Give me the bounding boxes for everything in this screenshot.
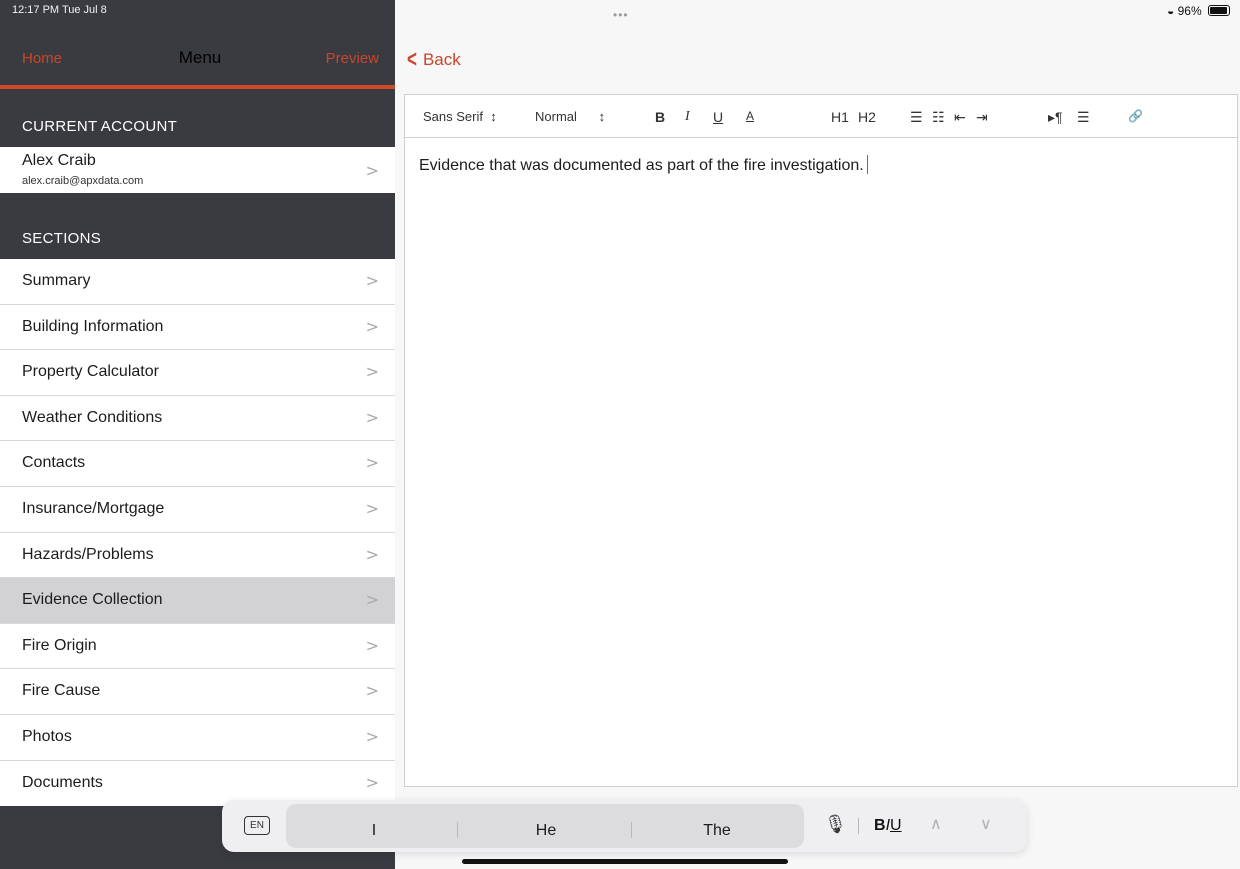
bold-button[interactable]: B <box>655 109 665 125</box>
underline-button[interactable]: U <box>713 109 723 125</box>
sidebar-item-hazards-problems[interactable]: Hazards/Problems > <box>0 532 395 579</box>
chevron-right-icon: > <box>365 635 379 655</box>
chevron-up-icon[interactable]: ∧ <box>930 814 942 834</box>
text-cursor <box>866 155 868 174</box>
text-color-button[interactable]: A <box>746 109 754 123</box>
format-bold: B <box>874 817 886 834</box>
sidebar-item-label: Insurance/Mortgage <box>22 499 165 517</box>
editor-content[interactable]: Evidence that was documented as part of … <box>419 155 868 175</box>
sidebar-item-label: Contacts <box>22 454 86 472</box>
sidebar-item-insurance-mortgage[interactable]: Insurance/Mortgage > <box>0 486 395 533</box>
suggestion-1[interactable]: I <box>314 822 434 840</box>
indent-icon[interactable]: ⇥ <box>976 109 988 126</box>
battery-icon <box>1208 5 1230 16</box>
rich-text-editor[interactable]: Sans Serif ↕ Normal ↕ B I U A H1 H2 ☰ ☷ … <box>404 94 1238 787</box>
current-account-header: CURRENT ACCOUNT <box>22 118 178 135</box>
sidebar-item-label: Property Calculator <box>22 363 159 381</box>
sidebar-item-label: Documents <box>22 773 103 791</box>
account-row[interactable]: Alex Craib alex.craib@apxdata.com > <box>0 147 395 193</box>
text-direction-icon[interactable]: ▸¶ <box>1048 109 1063 126</box>
chevron-right-icon: > <box>365 772 379 792</box>
section-list: Summary > Building Information > Property … <box>0 259 395 807</box>
format-divider <box>858 818 859 834</box>
sidebar-item-label: Building Information <box>22 317 164 335</box>
link-icon[interactable]: 🔗 <box>1128 109 1143 123</box>
account-email: alex.craib@apxdata.com <box>22 175 144 187</box>
outdent-icon[interactable]: ⇤ <box>954 109 966 126</box>
sidebar-item-fire-cause[interactable]: Fire Cause > <box>0 669 395 715</box>
font-size-value: Normal <box>535 109 577 124</box>
editor-toolbar: Sans Serif ↕ Normal ↕ B I U A H1 H2 ☰ ☷ … <box>405 95 1237 138</box>
sidebar-item-evidence-collection[interactable]: Evidence Collection > <box>0 578 395 624</box>
sidebar-item-weather-conditions[interactable]: Weather Conditions > <box>0 395 395 442</box>
battery-percent: 96% <box>1177 4 1202 18</box>
keyboard-language-button[interactable]: EN <box>244 816 270 835</box>
detail-pane: ••• ◒ 96% < Back Sans Serif ↕ Normal ↕ B … <box>395 0 1240 869</box>
chevron-right-icon: > <box>365 590 379 610</box>
chevron-right-icon: > <box>365 271 379 290</box>
font-family-value: Sans Serif <box>423 109 483 124</box>
sidebar-item-label: Evidence Collection <box>22 591 163 609</box>
editor-text: Evidence that was documented as part of … <box>419 157 864 174</box>
chevron-right-icon: > <box>365 681 379 701</box>
battery-status: ◒ 96% <box>1167 4 1230 18</box>
suggestion-strip: I He The <box>286 804 804 848</box>
sections-header: SECTIONS <box>22 230 102 247</box>
sidebar-item-label: Fire Cause <box>22 682 101 700</box>
multitasking-dots[interactable]: ••• <box>613 8 629 22</box>
status-time: 12:17 PM Tue Jul 8 <box>12 4 107 16</box>
sidebar-item-building-information[interactable]: Building Information > <box>0 304 395 351</box>
sidebar-item-photos[interactable]: Photos > <box>0 714 395 761</box>
chevron-right-icon: > <box>365 161 379 180</box>
format-underline: U <box>890 817 902 834</box>
accent-divider <box>0 85 395 89</box>
home-indicator <box>462 859 788 864</box>
font-size-select[interactable]: Normal ↕ <box>535 109 605 124</box>
suggestion-divider <box>631 822 632 838</box>
bullet-list-icon[interactable]: ☷ <box>932 109 945 126</box>
chevron-right-icon: > <box>365 407 379 427</box>
align-icon[interactable]: ☰ <box>1077 109 1090 126</box>
chevron-left-icon: < <box>407 46 417 73</box>
sidebar-item-fire-origin[interactable]: Fire Origin > <box>0 623 395 670</box>
sidebar-item-label: Hazards/Problems <box>22 545 154 563</box>
chevron-right-icon: > <box>365 362 379 382</box>
chevron-right-icon: > <box>365 544 379 564</box>
sidebar-item-label: Summary <box>22 272 91 289</box>
sidebar-nav-bar: Menu Home Preview <box>0 36 395 84</box>
sidebar-item-label: Weather Conditions <box>22 408 163 426</box>
chevron-right-icon: > <box>365 453 379 473</box>
sidebar-item-contacts[interactable]: Contacts > <box>0 441 395 487</box>
italic-button[interactable]: I <box>685 109 690 125</box>
chevron-right-icon: > <box>365 726 379 746</box>
keyboard-shortcut-bar: EN I He The 🎙 BIU ∧ ∨ <box>222 800 1027 852</box>
sidebar-item-summary[interactable]: Summary > <box>0 259 395 305</box>
home-button[interactable]: Home <box>22 50 62 67</box>
font-family-select[interactable]: Sans Serif ↕ <box>423 109 497 124</box>
preview-button[interactable]: Preview <box>326 50 379 67</box>
suggestion-2[interactable]: He <box>486 822 606 840</box>
sidebar: 12:17 PM Tue Jul 8 Menu Home Preview CUR… <box>0 0 395 869</box>
suggestion-3[interactable]: The <box>657 822 777 840</box>
suggestion-divider <box>457 822 458 838</box>
sidebar-item-label: Photos <box>22 727 72 745</box>
back-label: Back <box>422 50 461 69</box>
back-button[interactable]: < Back <box>407 46 461 73</box>
account-name: Alex Craib <box>22 152 96 169</box>
heading1-button[interactable]: H1 <box>831 109 849 125</box>
wifi-icon: ◒ <box>1167 4 1175 18</box>
sidebar-item-label: Fire Origin <box>22 636 97 654</box>
chevron-right-icon: > <box>365 316 379 336</box>
chevron-right-icon: > <box>365 498 379 518</box>
text-format-button[interactable]: BIU <box>874 817 902 835</box>
sidebar-item-property-calculator[interactable]: Property Calculator > <box>0 350 395 396</box>
mic-icon[interactable]: 🎙 <box>824 814 847 835</box>
chevron-down-icon[interactable]: ∨ <box>980 814 992 834</box>
ordered-list-icon[interactable]: ☰ <box>910 109 923 126</box>
heading2-button[interactable]: H2 <box>858 109 876 125</box>
